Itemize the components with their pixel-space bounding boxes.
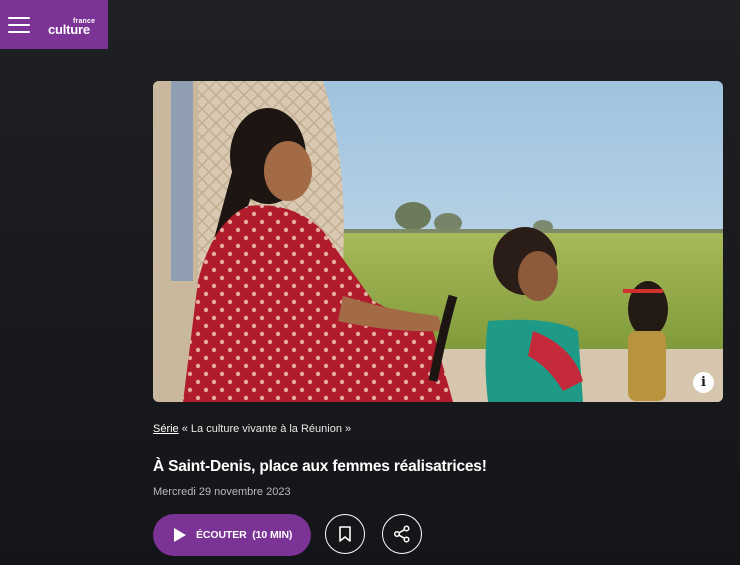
listen-button[interactable]: ÉCOUTER (10 MIN) — [153, 514, 311, 556]
logo-big-text: culture — [48, 22, 90, 37]
episode-date: Mercredi 29 novembre 2023 — [153, 486, 291, 498]
listen-text: ÉCOUTER — [196, 529, 247, 541]
serie-link[interactable]: Série — [153, 423, 179, 435]
bookmark-icon — [339, 526, 351, 542]
info-icon[interactable]: i — [693, 372, 714, 393]
listen-duration: (10 MIN) — [252, 529, 293, 541]
bookmark-button[interactable] — [325, 514, 365, 554]
hero-image: i — [153, 81, 723, 402]
serie-breadcrumb: Série « La culture vivante à la Réunion … — [153, 423, 351, 435]
header-brand-bar: france culture — [0, 0, 108, 49]
share-icon — [393, 525, 410, 543]
listen-label: ÉCOUTER (10 MIN) — [196, 529, 292, 541]
serie-name: « La culture vivante à la Réunion » — [178, 423, 352, 435]
hero-photo-illustration — [153, 81, 723, 402]
share-button[interactable] — [382, 514, 422, 554]
hamburger-menu-icon[interactable] — [8, 15, 30, 35]
france-culture-logo[interactable]: france culture — [46, 10, 102, 40]
episode-title: À Saint-Denis, place aux femmes réalisat… — [153, 458, 487, 475]
play-icon — [174, 528, 186, 542]
